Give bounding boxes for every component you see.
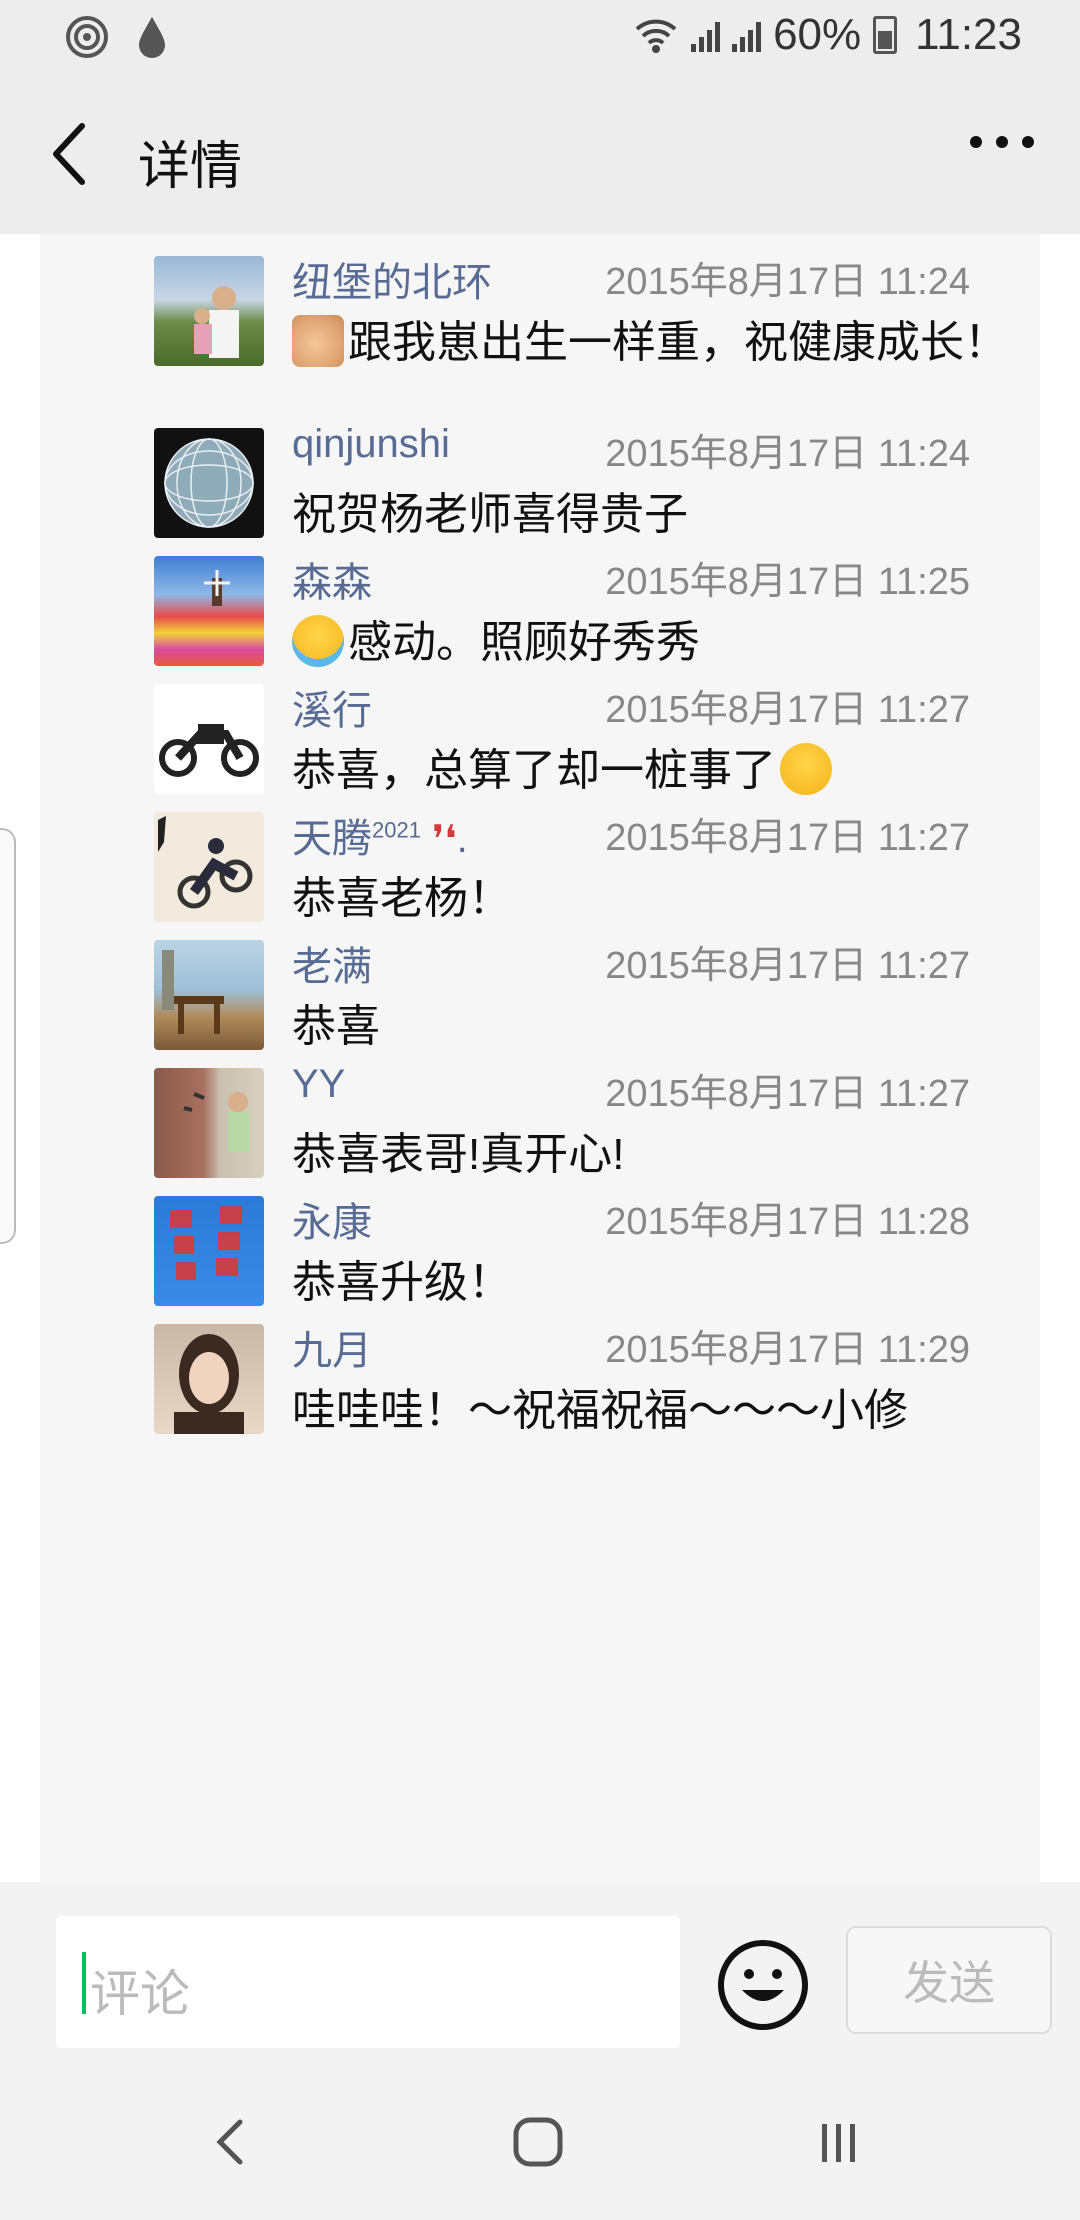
commenter-name[interactable]: 纽堡的北环 (292, 250, 492, 308)
commenter-name[interactable]: qinjunshi (292, 422, 450, 467)
signal-icon (732, 18, 762, 52)
avatar[interactable] (154, 1324, 264, 1434)
comment-text: 恭喜老杨！ (292, 874, 512, 923)
comment-text: 感动。照顾好秀秀 (292, 612, 1008, 674)
comment-time: 2015年8月17日 11:27 (605, 817, 970, 859)
commenter-name[interactable]: 森森 (292, 550, 372, 608)
send-button[interactable]: 发送 (846, 1926, 1052, 2034)
system-nav-bar (0, 2060, 1080, 2220)
drop-icon (139, 17, 165, 58)
clock: 11:23 (915, 10, 1022, 59)
scroll-handle[interactable] (0, 828, 16, 1244)
avatar[interactable] (154, 812, 264, 922)
footprints-icon: ❜❛ (432, 819, 457, 861)
comment-time: 2015年8月17日 11:29 (605, 1329, 970, 1371)
nav-home-icon[interactable] (510, 2114, 566, 2170)
chevron-left-icon[interactable] (44, 118, 100, 190)
avatar[interactable] (154, 428, 264, 538)
comment-input[interactable]: 评论 (56, 1916, 680, 2048)
nfc-icon (66, 16, 108, 58)
comment-text: 哇哇哇！～祝福祝福～～～小修 (292, 1386, 908, 1435)
avatar[interactable] (154, 556, 264, 666)
nav-back-icon[interactable] (210, 2116, 250, 2168)
comment-text: 恭喜表哥!真开心! (292, 1130, 625, 1179)
more-dots-icon[interactable] (970, 136, 1034, 148)
comment-time: 2015年8月17日 11:27 (605, 689, 970, 731)
signal-icon (691, 18, 721, 52)
avatar[interactable] (154, 940, 264, 1050)
comment-time: 2015年8月17日 11:24 (605, 433, 970, 475)
status-bar: 60% 11:23 (0, 0, 1080, 76)
comment-time: 2015年8月17日 11:25 (605, 561, 970, 603)
smiley-icon[interactable] (716, 1938, 810, 2032)
grinning-face-icon (780, 743, 832, 795)
comment-text: 祝贺杨老师喜得贵子 (292, 490, 688, 539)
commenter-name[interactable]: 老满 (292, 934, 372, 992)
avatar[interactable] (154, 1196, 264, 1306)
nav-recents-icon[interactable] (814, 2118, 864, 2168)
comment-time: 2015年8月17日 11:28 (605, 1201, 970, 1243)
commenter-name[interactable]: 九月 (292, 1318, 372, 1376)
battery-icon (873, 16, 898, 54)
wifi-icon (635, 19, 677, 53)
battery-percent: 60% (773, 10, 862, 59)
thumbs-up-icon (292, 315, 344, 367)
comment-input-bar: 评论 发送 (0, 1882, 1080, 2060)
comment-text: 恭喜，总算了却一桩事了 (292, 740, 1008, 802)
comment-time: 2015年8月17日 11:27 (605, 1073, 970, 1115)
text-caret (82, 1952, 86, 2014)
comment-text: 恭喜升级！ (292, 1258, 512, 1307)
comment-text: 恭喜 (292, 1002, 380, 1051)
comment-time: 2015年8月17日 11:24 (605, 261, 970, 303)
comment-time: 2015年8月17日 11:27 (605, 945, 970, 987)
page-title: 详情 (138, 138, 243, 196)
comment-text: 跟我崽出生一样重，祝健康成长！ (292, 312, 1008, 374)
avatar[interactable] (154, 684, 264, 794)
avatar[interactable] (154, 256, 264, 366)
top-bar: 详情 (0, 76, 1080, 234)
crying-face-icon (292, 615, 344, 667)
commenter-name[interactable]: 永康 (292, 1190, 372, 1248)
commenter-name[interactable]: 溪行 (292, 678, 372, 736)
comment-list[interactable]: 纽堡的北环 2015年8月17日 11:24 跟我崽出生一样重，祝健康成长！ q… (0, 234, 1080, 1882)
commenter-name[interactable]: 天腾2021 ❜❛. (292, 806, 468, 864)
comment-placeholder: 评论 (90, 1966, 190, 2022)
avatar[interactable] (154, 1068, 264, 1178)
commenter-name[interactable]: YY (292, 1062, 345, 1107)
